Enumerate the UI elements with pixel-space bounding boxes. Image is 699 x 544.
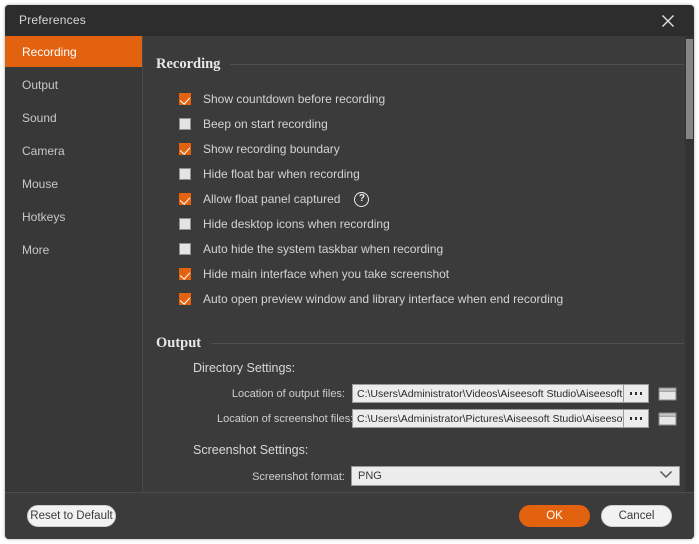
screenshot-location-folder-button[interactable] <box>658 411 677 427</box>
directory-settings-label: Directory Settings: <box>193 361 295 375</box>
output-section-header: Output <box>156 335 684 352</box>
folder-icon <box>658 414 677 431</box>
screenshot-location-label: Location of screenshot files: <box>217 413 345 425</box>
sidebar-item-label: Hotkeys <box>22 210 65 224</box>
content-scrollbar-track[interactable] <box>685 36 694 492</box>
option-hide-main-interface[interactable]: Hide main interface when you take screen… <box>179 266 449 282</box>
section-divider <box>211 343 684 344</box>
sidebar-item-label: Sound <box>22 111 57 125</box>
recording-section-header: Recording <box>156 56 684 73</box>
close-icon <box>661 14 675 28</box>
output-location-folder-button[interactable] <box>658 386 677 402</box>
title-bar: Preferences <box>5 5 694 36</box>
screenshot-format-value: PNG <box>358 470 382 482</box>
settings-content: Recording Show countdown before recordin… <box>143 36 694 492</box>
window-title: Preferences <box>19 13 86 27</box>
checkbox[interactable] <box>179 143 191 155</box>
checkbox[interactable] <box>179 168 191 180</box>
screenshot-location-browse-button[interactable] <box>624 409 649 428</box>
sidebar-item-label: More <box>22 243 49 257</box>
option-auto-open-preview[interactable]: Auto open preview window and library int… <box>179 291 563 307</box>
sidebar-item-recording[interactable]: Recording <box>5 36 142 67</box>
sidebar-item-more[interactable]: More <box>5 234 142 265</box>
sidebar-item-label: Camera <box>22 144 65 158</box>
option-label: Hide float bar when recording <box>203 167 360 181</box>
screenshot-settings-label: Screenshot Settings: <box>193 443 308 457</box>
screenshot-location-input[interactable]: C:\Users\Administrator\Pictures\Aiseesof… <box>352 409 624 428</box>
screenshot-format-label: Screenshot format: <box>217 471 345 483</box>
checkbox[interactable] <box>179 93 191 105</box>
sidebar-item-hotkeys[interactable]: Hotkeys <box>5 201 142 232</box>
close-button[interactable] <box>648 5 688 36</box>
option-label: Auto open preview window and library int… <box>203 292 563 306</box>
option-label: Hide main interface when you take screen… <box>203 267 449 281</box>
sidebar: Recording Output Sound Camera Mouse Hotk… <box>5 36 143 492</box>
option-beep-on-start[interactable]: Beep on start recording <box>179 116 328 132</box>
option-label: Show recording boundary <box>203 142 340 156</box>
checkbox[interactable] <box>179 268 191 280</box>
sidebar-item-label: Output <box>22 78 58 92</box>
option-hide-float-bar[interactable]: Hide float bar when recording <box>179 166 360 182</box>
option-show-countdown[interactable]: Show countdown before recording <box>179 91 385 107</box>
output-location-label: Location of output files: <box>217 388 345 400</box>
option-show-recording-boundary[interactable]: Show recording boundary <box>179 141 340 157</box>
sidebar-item-output[interactable]: Output <box>5 69 142 100</box>
option-label: Show countdown before recording <box>203 92 385 106</box>
screenshot-format-row: Screenshot format: <box>217 467 345 486</box>
checkbox[interactable] <box>179 218 191 230</box>
output-location-row: Location of output files: C:\Users\Admin… <box>217 384 677 403</box>
option-label: Allow float panel captured <box>203 192 340 206</box>
option-label: Auto hide the system taskbar when record… <box>203 242 443 256</box>
ok-button[interactable]: OK <box>519 505 590 527</box>
section-divider <box>230 64 684 65</box>
sidebar-item-mouse[interactable]: Mouse <box>5 168 142 199</box>
checkbox[interactable] <box>179 243 191 255</box>
checkbox[interactable] <box>179 193 191 205</box>
sidebar-item-label: Mouse <box>22 177 58 191</box>
output-location-browse-button[interactable] <box>624 384 649 403</box>
option-auto-hide-taskbar[interactable]: Auto hide the system taskbar when record… <box>179 241 443 257</box>
option-allow-float-panel-captured[interactable]: Allow float panel captured ? <box>179 191 369 207</box>
help-icon[interactable]: ? <box>354 192 369 207</box>
option-label: Hide desktop icons when recording <box>203 217 390 231</box>
folder-icon <box>658 389 677 406</box>
preferences-dialog: Preferences Recording Output Sound Camer… <box>5 5 694 539</box>
dialog-footer: Reset to Default OK Cancel <box>5 492 694 539</box>
checkbox[interactable] <box>179 293 191 305</box>
sidebar-item-sound[interactable]: Sound <box>5 102 142 133</box>
chevron-down-icon <box>659 470 673 482</box>
sidebar-item-camera[interactable]: Camera <box>5 135 142 166</box>
option-label: Beep on start recording <box>203 117 328 131</box>
screenshot-location-row: Location of screenshot files: C:\Users\A… <box>217 409 677 428</box>
content-scrollbar-thumb[interactable] <box>686 39 693 139</box>
section-title: Output <box>156 335 211 352</box>
section-title: Recording <box>156 56 230 73</box>
checkbox[interactable] <box>179 118 191 130</box>
sidebar-item-label: Recording <box>22 45 77 59</box>
screenshot-format-select[interactable]: PNG <box>351 466 680 486</box>
cancel-button[interactable]: Cancel <box>601 505 672 527</box>
option-hide-desktop-icons[interactable]: Hide desktop icons when recording <box>179 216 390 232</box>
reset-to-default-button[interactable]: Reset to Default <box>27 505 116 527</box>
output-location-input[interactable]: C:\Users\Administrator\Videos\Aiseesoft … <box>352 384 624 403</box>
